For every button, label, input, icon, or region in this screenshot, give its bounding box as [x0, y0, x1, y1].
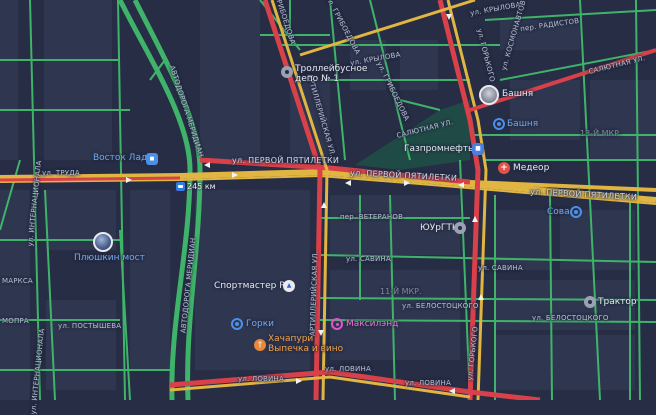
poi-label-yurgtk[interactable]: ЮУрГТК [420, 224, 458, 233]
street-label-belostotskogo-left: ул. БЕЛОСТОЦКОГО [402, 302, 479, 310]
street-label-belostotskogo-right: ул. БЕЛОСТОЦКОГО [532, 314, 609, 322]
street-label-marksa: МАРКСА [2, 277, 33, 285]
poi-label-bashnya-photo[interactable]: Башня [502, 90, 533, 99]
poi-label-maksilend[interactable]: Максилэнд [346, 320, 398, 329]
street-label-savina-right: ул. САВИНА [478, 264, 523, 272]
street-label-postysheva: ул. ПОСТЫШЕВА [58, 322, 122, 330]
street-label-lovina-mid: ул. ЛОВИНА [325, 365, 371, 373]
plyushkin-most-photo-icon[interactable] [93, 232, 113, 252]
poi-label-traktor[interactable]: Трактор [598, 298, 637, 307]
poi-label-medeor[interactable]: Медеор [513, 164, 549, 173]
distance-marker: 245 км [176, 182, 216, 191]
street-label-veteranov: пер. ВЕТЕРАНОВ [340, 213, 404, 221]
street-label-lovina-right: ул. ЛОВИНА [405, 379, 451, 387]
maksilend-icon[interactable] [331, 318, 343, 330]
trolleybus-depot-icon[interactable] [281, 66, 293, 78]
sova-icon[interactable] [570, 206, 582, 218]
gazpromneft-fuel-icon[interactable] [472, 143, 484, 155]
vostok-lada-icon[interactable] [146, 153, 158, 165]
poi-label-sova[interactable]: Сова [547, 208, 570, 217]
street-label-savina-left: ул. САВИНА [346, 255, 391, 263]
poi-label-gorki[interactable]: Горки [246, 320, 274, 329]
bashnya-photo-icon[interactable] [479, 85, 499, 105]
khachapuri-icon[interactable] [254, 339, 266, 351]
poi-label-khachapuri[interactable]: Хачапури Выпечка и вино [268, 334, 343, 355]
yurgtk-icon[interactable] [454, 222, 466, 234]
medeor-icon[interactable] [498, 162, 510, 174]
distance-marker-label: 245 км [187, 181, 216, 191]
gorki-icon[interactable] [231, 318, 243, 330]
street-label-mopra: МОПРА [2, 317, 29, 325]
poi-label-gazpromneft[interactable]: Газпромнефть [404, 145, 473, 154]
bashnya-shop-icon[interactable] [493, 118, 505, 130]
traktor-icon[interactable] [584, 296, 596, 308]
distance-sign-icon [176, 182, 185, 191]
poi-label-vostok-lada[interactable]: Восток Лада [93, 154, 153, 163]
poi-label-plyushkin-most[interactable]: Плюшкин мост [74, 254, 145, 263]
poi-label-trolleybus-depot[interactable]: Троллейбусное депо № 1 [295, 64, 367, 85]
street-label-lovina-left: ул. ЛОВИНА [238, 375, 284, 383]
sportmaster-icon[interactable] [283, 280, 295, 292]
lovina-street [169, 369, 541, 400]
district-label-11: 11-Й МКР. [380, 287, 422, 296]
district-label-13: 13-Й МКР. [580, 129, 622, 138]
poi-label-sportmaster[interactable]: Спортмастер Pro [214, 282, 294, 291]
street-label-pervoy-pyatiletki-left: ул. ПЕРВОЙ ПЯТИЛЕТКИ [232, 156, 340, 165]
street-label-truda: ул. ТРУДА [42, 169, 80, 177]
poi-label-bashnya-shop[interactable]: Башня [507, 120, 538, 129]
